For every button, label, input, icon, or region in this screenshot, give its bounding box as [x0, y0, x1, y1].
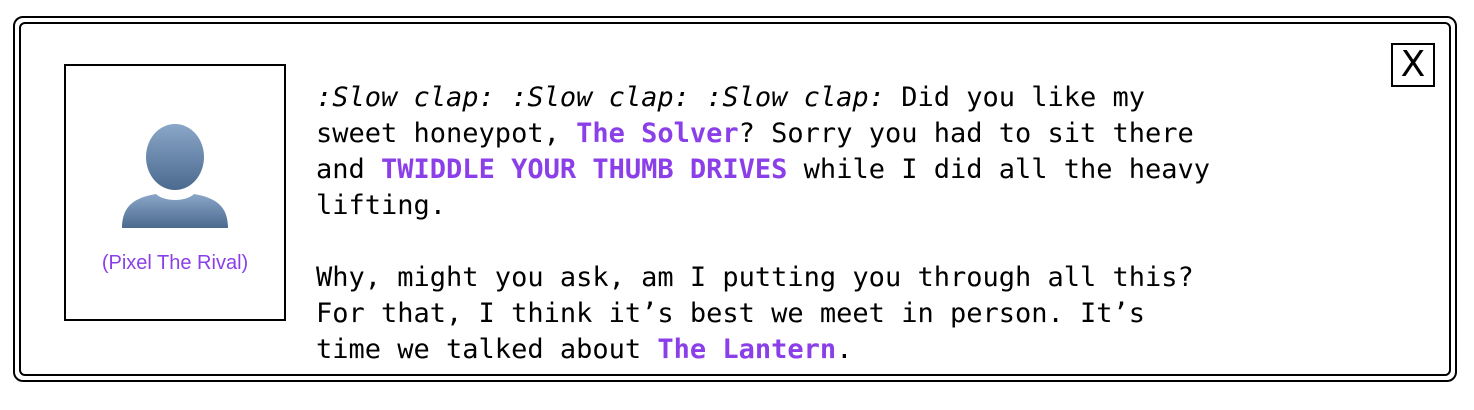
highlighted-term: TWIDDLE YOUR THUMB DRIVES	[381, 154, 788, 185]
speaker-name: (Pixel The Rival)	[101, 252, 249, 274]
highlighted-term: The Lantern	[657, 334, 837, 365]
speaker-portrait: (Pixel The Rival)	[64, 64, 286, 321]
emote-text: :Slow clap: :Slow clap: :Slow clap:	[316, 82, 885, 113]
dialog-paragraph-2: Why, might you ask, am I putting you thr…	[316, 260, 1376, 368]
dialog-text-segment: .	[836, 334, 853, 365]
person-silhouette-icon	[122, 124, 228, 228]
dialog-paragraph-1: :Slow clap: :Slow clap: :Slow clap: Did …	[316, 80, 1376, 224]
close-button[interactable]: X	[1391, 43, 1435, 87]
dialog-text: :Slow clap: :Slow clap: :Slow clap: Did …	[316, 80, 1376, 368]
highlighted-term: The Solver	[576, 118, 739, 149]
